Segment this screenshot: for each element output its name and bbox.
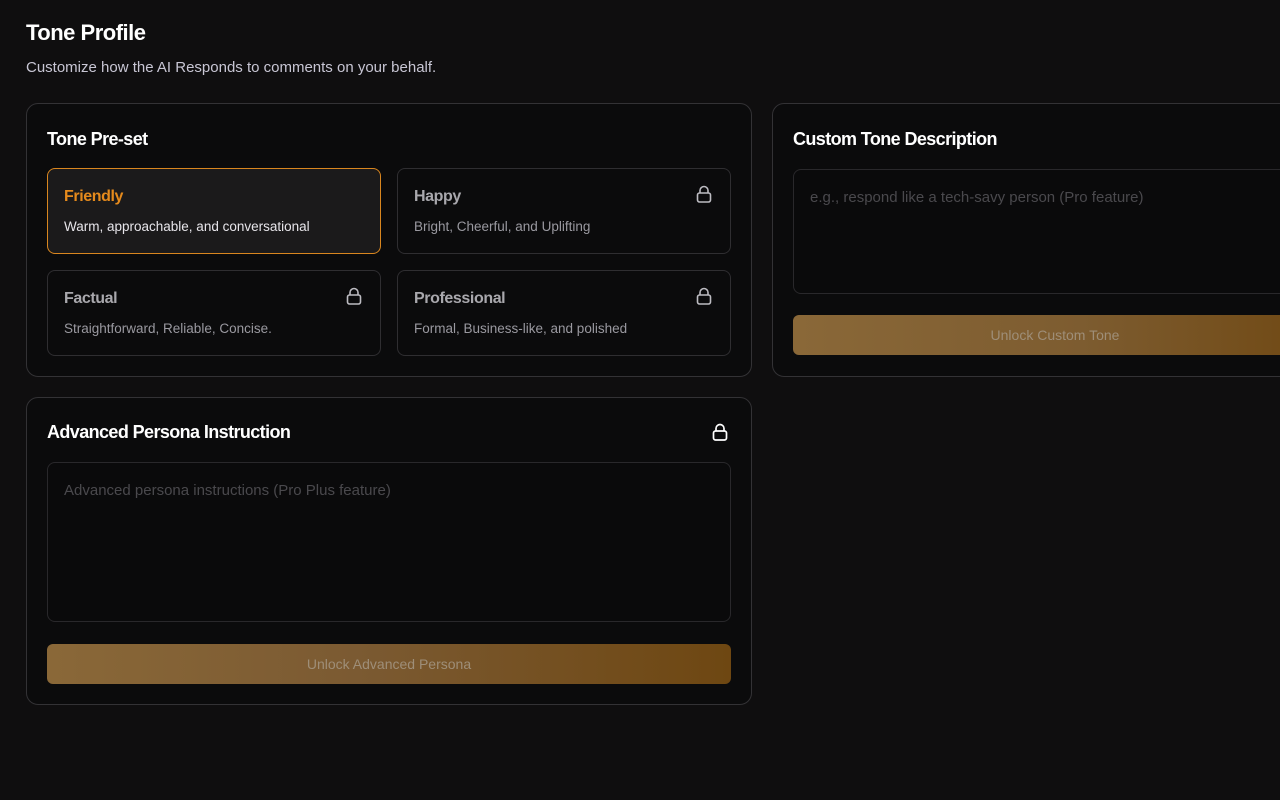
tone-option-name: Factual (64, 290, 118, 307)
advanced-persona-input[interactable] (47, 462, 731, 622)
tone-option-name: Happy (414, 188, 461, 205)
tone-option-description: Formal, Business-like, and polished (414, 321, 628, 336)
tone-option-happy[interactable]: Happy Bright, Cheerful, and Uplifting (397, 168, 731, 254)
unlock-custom-tone-button[interactable]: Unlock Custom Tone (793, 315, 1280, 355)
tone-option-name: Friendly (64, 188, 124, 205)
lock-icon (696, 287, 712, 305)
tone-option-factual[interactable]: Factual Straightforward, Reliable, Conci… (47, 270, 381, 356)
lock-icon (696, 185, 712, 203)
tone-profile-page: Tone Profile Customize how the AI Respon… (0, 0, 1280, 800)
advanced-persona-card: Advanced Persona Instruction Unlock Adva… (26, 397, 752, 705)
tone-option-description: Bright, Cheerful, and Uplifting (414, 219, 591, 234)
custom-tone-title: Custom Tone Description (793, 129, 997, 149)
tone-option-description: Warm, approachable, and conversational (64, 219, 310, 234)
page-subtitle: Customize how the AI Responds to comment… (26, 59, 437, 76)
page-title: Tone Profile (26, 20, 146, 45)
tone-preset-title: Tone Pre-set (47, 129, 148, 149)
unlock-advanced-persona-button[interactable]: Unlock Advanced Persona (47, 644, 731, 684)
lock-icon (712, 423, 728, 441)
custom-tone-input[interactable] (793, 169, 1280, 294)
custom-tone-card: Custom Tone Description Unlock Custom To… (772, 103, 1280, 377)
tone-option-friendly[interactable]: Friendly Warm, approachable, and convers… (47, 168, 381, 254)
tone-option-professional[interactable]: Professional Formal, Business-like, and … (397, 270, 731, 356)
tone-preset-card: Tone Pre-set Friendly Warm, approachable… (26, 103, 752, 377)
advanced-persona-title: Advanced Persona Instruction (47, 422, 291, 442)
tone-option-description: Straightforward, Reliable, Concise. (64, 321, 272, 336)
tone-option-name: Professional (414, 290, 506, 307)
lock-icon (346, 287, 362, 305)
